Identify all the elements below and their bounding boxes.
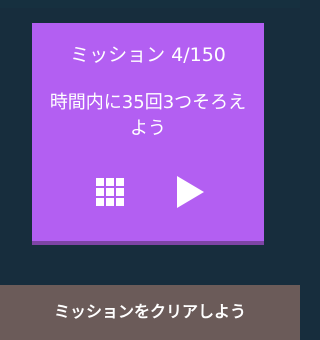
top-edge-bar: [0, 0, 300, 8]
play-icon: [177, 176, 204, 208]
mission-card: ミッション 4/150 時間内に35回3つそろえよう: [32, 23, 264, 245]
footer-banner: ミッションをクリアしよう: [0, 285, 300, 340]
level-grid-button[interactable]: [95, 177, 125, 207]
mission-description: 時間内に35回3つそろえよう: [49, 92, 247, 139]
card-bottom-strip: [32, 241, 264, 245]
play-button[interactable]: [173, 173, 207, 211]
footer-text: ミッションをクリアしよう: [53, 302, 246, 321]
mission-title: ミッション 4/150: [70, 44, 226, 66]
grid-icon: [96, 178, 124, 206]
